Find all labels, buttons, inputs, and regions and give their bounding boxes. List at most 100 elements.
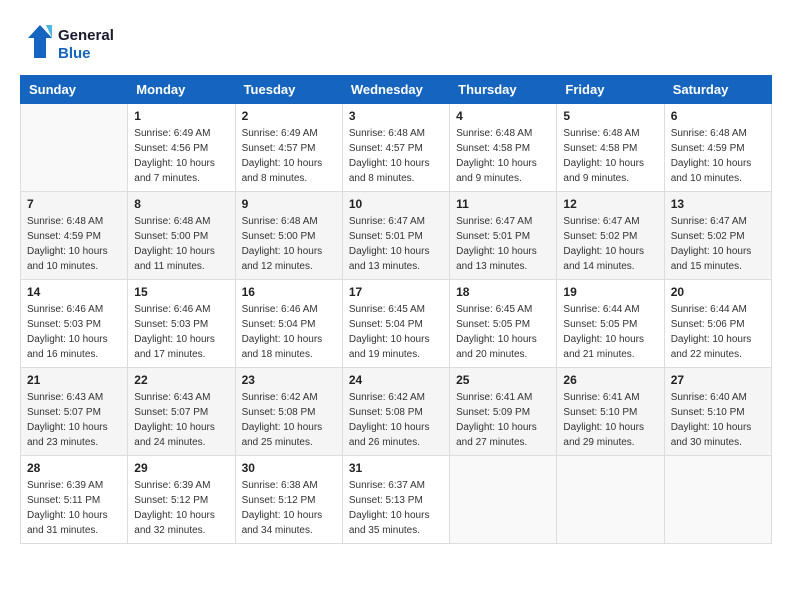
calendar-cell: 26Sunrise: 6:41 AM Sunset: 5:10 PM Dayli… xyxy=(557,368,664,456)
day-number: 17 xyxy=(349,285,443,299)
day-info: Sunrise: 6:38 AM Sunset: 5:12 PM Dayligh… xyxy=(242,478,336,538)
svg-text:General: General xyxy=(58,27,114,44)
day-info: Sunrise: 6:46 AM Sunset: 5:04 PM Dayligh… xyxy=(242,302,336,362)
calendar-cell: 23 Sunrise: 6:42 AM Sunset: 5:08 PM Dayli… xyxy=(235,368,342,456)
calendar-header-row: SundayMondayTuesdayWednesdayThursdayFrid… xyxy=(21,76,772,104)
day-number: 1 xyxy=(134,109,228,123)
day-info: Sunrise: 6:42 AM Sunset: 5:08 PM Dayligh… xyxy=(349,390,443,450)
calendar-cell: 28Sunrise: 6:39 AM Sunset: 5:11 PM Dayli… xyxy=(21,456,128,544)
day-number: 6 xyxy=(671,109,765,123)
day-info: Sunrise: 6:47 AM Sunset: 5:02 PM Dayligh… xyxy=(563,214,657,274)
day-info: Sunrise: 6:47 AM Sunset: 5:01 PM Dayligh… xyxy=(456,214,550,274)
day-number: 9 xyxy=(242,197,336,211)
day-info: Sunrise: 6:46 AM Sunset: 5:03 PM Dayligh… xyxy=(27,302,121,362)
day-info: Sunrise: 6:41 AM Sunset: 5:09 PM Dayligh… xyxy=(456,390,550,450)
day-number: 21 xyxy=(27,373,121,387)
day-number: 23 xyxy=(242,373,336,387)
calendar-cell: 5 Sunrise: 6:48 AM Sunset: 4:58 PM Daylig… xyxy=(557,104,664,192)
day-number: 25 xyxy=(456,373,550,387)
day-info: Sunrise: 6:48 AM Sunset: 5:00 PM Dayligh… xyxy=(242,214,336,274)
calendar-cell: 9 Sunrise: 6:48 AM Sunset: 5:00 PM Daylig… xyxy=(235,192,342,280)
day-info: Sunrise: 6:48 AM Sunset: 4:59 PM Dayligh… xyxy=(27,214,121,274)
day-number: 7 xyxy=(27,197,121,211)
calendar-cell xyxy=(557,456,664,544)
calendar-cell xyxy=(664,456,771,544)
calendar-cell: 4 Sunrise: 6:48 AM Sunset: 4:58 PM Daylig… xyxy=(450,104,557,192)
day-number: 29 xyxy=(134,461,228,475)
day-number: 24 xyxy=(349,373,443,387)
day-info: Sunrise: 6:46 AM Sunset: 5:03 PM Dayligh… xyxy=(134,302,228,362)
day-number: 28 xyxy=(27,461,121,475)
calendar-cell xyxy=(21,104,128,192)
calendar-header-monday: Monday xyxy=(128,76,235,104)
svg-text:Blue: Blue xyxy=(58,45,91,62)
day-number: 26 xyxy=(563,373,657,387)
calendar-cell: 3 Sunrise: 6:48 AM Sunset: 4:57 PM Daylig… xyxy=(342,104,449,192)
calendar-cell: 22 Sunrise: 6:43 AM Sunset: 5:07 PM Dayli… xyxy=(128,368,235,456)
calendar-cell: 11 Sunrise: 6:47 AM Sunset: 5:01 PM Dayli… xyxy=(450,192,557,280)
day-number: 18 xyxy=(456,285,550,299)
day-info: Sunrise: 6:48 AM Sunset: 4:59 PM Dayligh… xyxy=(671,126,765,186)
day-number: 16 xyxy=(242,285,336,299)
day-number: 15 xyxy=(134,285,228,299)
calendar-cell: 16 Sunrise: 6:46 AM Sunset: 5:04 PM Dayli… xyxy=(235,280,342,368)
day-number: 8 xyxy=(134,197,228,211)
day-info: Sunrise: 6:44 AM Sunset: 5:05 PM Dayligh… xyxy=(563,302,657,362)
calendar-cell: 8 Sunrise: 6:48 AM Sunset: 5:00 PM Daylig… xyxy=(128,192,235,280)
day-number: 19 xyxy=(563,285,657,299)
day-info: Sunrise: 6:47 AM Sunset: 5:02 PM Dayligh… xyxy=(671,214,765,274)
calendar-cell: 19 Sunrise: 6:44 AM Sunset: 5:05 PM Dayli… xyxy=(557,280,664,368)
calendar-cell: 29 Sunrise: 6:39 AM Sunset: 5:12 PM Dayli… xyxy=(128,456,235,544)
calendar-cell: 6 Sunrise: 6:48 AM Sunset: 4:59 PM Daylig… xyxy=(664,104,771,192)
day-info: Sunrise: 6:45 AM Sunset: 5:05 PM Dayligh… xyxy=(456,302,550,362)
calendar-cell: 13Sunrise: 6:47 AM Sunset: 5:02 PM Dayli… xyxy=(664,192,771,280)
day-info: Sunrise: 6:48 AM Sunset: 4:58 PM Dayligh… xyxy=(563,126,657,186)
day-number: 11 xyxy=(456,197,550,211)
calendar-week-row: 28Sunrise: 6:39 AM Sunset: 5:11 PM Dayli… xyxy=(21,456,772,544)
calendar-cell: 20Sunrise: 6:44 AM Sunset: 5:06 PM Dayli… xyxy=(664,280,771,368)
calendar-cell: 1 Sunrise: 6:49 AM Sunset: 4:56 PM Daylig… xyxy=(128,104,235,192)
day-number: 4 xyxy=(456,109,550,123)
day-info: Sunrise: 6:45 AM Sunset: 5:04 PM Dayligh… xyxy=(349,302,443,362)
calendar-cell: 14Sunrise: 6:46 AM Sunset: 5:03 PM Dayli… xyxy=(21,280,128,368)
calendar-cell: 25 Sunrise: 6:41 AM Sunset: 5:09 PM Dayli… xyxy=(450,368,557,456)
day-info: Sunrise: 6:43 AM Sunset: 5:07 PM Dayligh… xyxy=(134,390,228,450)
header: GeneralBlue xyxy=(20,20,772,65)
day-info: Sunrise: 6:37 AM Sunset: 5:13 PM Dayligh… xyxy=(349,478,443,538)
calendar-week-row: 7 Sunrise: 6:48 AM Sunset: 4:59 PM Daylig… xyxy=(21,192,772,280)
calendar-cell: 10 Sunrise: 6:47 AM Sunset: 5:01 PM Dayli… xyxy=(342,192,449,280)
day-info: Sunrise: 6:48 AM Sunset: 5:00 PM Dayligh… xyxy=(134,214,228,274)
day-info: Sunrise: 6:40 AM Sunset: 5:10 PM Dayligh… xyxy=(671,390,765,450)
day-info: Sunrise: 6:47 AM Sunset: 5:01 PM Dayligh… xyxy=(349,214,443,274)
calendar-cell: 2 Sunrise: 6:49 AM Sunset: 4:57 PM Daylig… xyxy=(235,104,342,192)
calendar-week-row: 21 Sunrise: 6:43 AM Sunset: 5:07 PM Dayli… xyxy=(21,368,772,456)
calendar-cell: 17 Sunrise: 6:45 AM Sunset: 5:04 PM Dayli… xyxy=(342,280,449,368)
logo-svg: GeneralBlue xyxy=(20,20,130,65)
calendar-cell: 21Sunrise: 6:43 AM Sunset: 5:07 PM Dayli… xyxy=(21,368,128,456)
day-info: Sunrise: 6:48 AM Sunset: 4:58 PM Dayligh… xyxy=(456,126,550,186)
logo: GeneralBlue xyxy=(20,20,130,65)
day-number: 5 xyxy=(563,109,657,123)
day-number: 22 xyxy=(134,373,228,387)
calendar-header-thursday: Thursday xyxy=(450,76,557,104)
day-info: Sunrise: 6:39 AM Sunset: 5:12 PM Dayligh… xyxy=(134,478,228,538)
day-info: Sunrise: 6:49 AM Sunset: 4:57 PM Dayligh… xyxy=(242,126,336,186)
day-info: Sunrise: 6:44 AM Sunset: 5:06 PM Dayligh… xyxy=(671,302,765,362)
calendar-cell: 12 Sunrise: 6:47 AM Sunset: 5:02 PM Dayli… xyxy=(557,192,664,280)
day-number: 10 xyxy=(349,197,443,211)
day-number: 31 xyxy=(349,461,443,475)
day-number: 2 xyxy=(242,109,336,123)
day-number: 30 xyxy=(242,461,336,475)
day-number: 3 xyxy=(349,109,443,123)
calendar-cell: 15 Sunrise: 6:46 AM Sunset: 5:03 PM Dayli… xyxy=(128,280,235,368)
day-info: Sunrise: 6:49 AM Sunset: 4:56 PM Dayligh… xyxy=(134,126,228,186)
calendar-week-row: 14Sunrise: 6:46 AM Sunset: 5:03 PM Dayli… xyxy=(21,280,772,368)
day-number: 27 xyxy=(671,373,765,387)
calendar-cell: 7 Sunrise: 6:48 AM Sunset: 4:59 PM Daylig… xyxy=(21,192,128,280)
calendar-cell: 31 Sunrise: 6:37 AM Sunset: 5:13 PM Dayli… xyxy=(342,456,449,544)
calendar-header-tuesday: Tuesday xyxy=(235,76,342,104)
calendar-header-friday: Friday xyxy=(557,76,664,104)
day-info: Sunrise: 6:42 AM Sunset: 5:08 PM Dayligh… xyxy=(242,390,336,450)
day-info: Sunrise: 6:48 AM Sunset: 4:57 PM Dayligh… xyxy=(349,126,443,186)
day-number: 12 xyxy=(563,197,657,211)
